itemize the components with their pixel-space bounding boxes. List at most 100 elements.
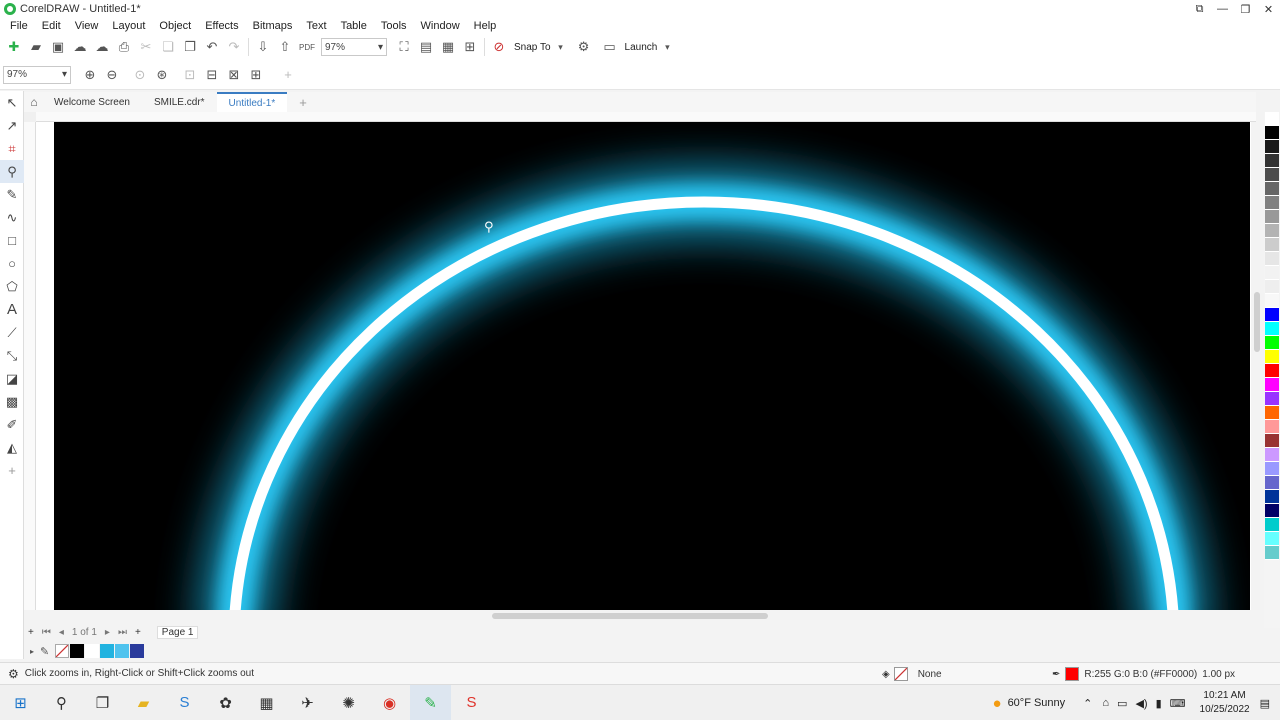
- doc-swatch[interactable]: [100, 644, 115, 658]
- page-tab-1[interactable]: Page 1: [156, 625, 199, 639]
- cloud-upload-icon[interactable]: ☁: [69, 36, 91, 58]
- zoom-to-page-height-icon[interactable]: ⊠: [223, 64, 245, 86]
- pan-zoom-icon[interactable]: ⊞: [245, 64, 267, 86]
- palette-swatch[interactable]: [1265, 322, 1279, 336]
- menu-object[interactable]: Object: [152, 18, 198, 34]
- app-icon[interactable]: ✺: [328, 685, 369, 720]
- pick-tool-icon[interactable]: ↖: [0, 91, 24, 114]
- export-pdf-icon[interactable]: PDF: [296, 36, 318, 58]
- palette-swatch[interactable]: [1265, 518, 1279, 532]
- palette-swatch[interactable]: [1265, 112, 1279, 126]
- show-guidelines-icon[interactable]: ⊞: [459, 36, 481, 58]
- palette-swatch[interactable]: [1265, 378, 1279, 392]
- palette-swatch[interactable]: [1265, 462, 1279, 476]
- ellipse-tool-icon[interactable]: ○: [0, 252, 24, 275]
- artistic-media-tool-icon[interactable]: ∿: [0, 206, 24, 229]
- doc-swatch[interactable]: [115, 644, 130, 658]
- vertical-scrollbar[interactable]: [1251, 122, 1263, 610]
- palette-swatch[interactable]: [1265, 448, 1279, 462]
- eyedropper-icon[interactable]: ✎: [40, 645, 49, 658]
- shape-tool-icon[interactable]: ↗: [0, 114, 24, 137]
- save-icon[interactable]: ▣: [47, 36, 69, 58]
- palette-swatch[interactable]: [1265, 546, 1279, 560]
- meet-now-icon[interactable]: ▭: [1117, 697, 1127, 710]
- task-view-icon[interactable]: ❐: [82, 685, 123, 720]
- last-page-icon[interactable]: ⏭: [114, 627, 131, 638]
- windows-start-icon[interactable]: ⊞: [0, 685, 41, 720]
- menu-text[interactable]: Text: [299, 18, 333, 34]
- palette-swatch[interactable]: [1265, 280, 1279, 294]
- palette-swatch[interactable]: [1265, 350, 1279, 364]
- horizontal-ruler[interactable]: [36, 112, 1256, 122]
- launch-label[interactable]: Launch: [621, 42, 662, 53]
- ruler-origin[interactable]: [24, 112, 36, 122]
- volume-icon[interactable]: ◀): [1135, 697, 1147, 710]
- palette-swatch[interactable]: [1265, 294, 1279, 308]
- tab-smile-cdr[interactable]: SMILE.cdr*: [142, 92, 217, 112]
- add-page-end-icon[interactable]: +: [131, 627, 145, 638]
- close-button[interactable]: ✕: [1257, 0, 1280, 18]
- app-icon[interactable]: ✈: [287, 685, 328, 720]
- palette-swatch[interactable]: [1265, 308, 1279, 322]
- network-icon[interactable]: ⌂: [1102, 697, 1109, 709]
- search-icon[interactable]: ⚲: [41, 685, 82, 720]
- palette-swatch[interactable]: [1265, 434, 1279, 448]
- app-icon[interactable]: ▦: [246, 685, 287, 720]
- add-tool-icon[interactable]: +: [0, 459, 24, 482]
- palette-swatch[interactable]: [1265, 140, 1279, 154]
- menu-effects[interactable]: Effects: [198, 18, 245, 34]
- menu-edit[interactable]: Edit: [35, 18, 68, 34]
- menu-window[interactable]: Window: [414, 18, 467, 34]
- battery-icon[interactable]: ▮: [1156, 697, 1162, 710]
- undo-icon[interactable]: ↶: [201, 36, 223, 58]
- launch-icon[interactable]: ▭: [599, 36, 621, 58]
- new-tab-icon[interactable]: +: [287, 92, 319, 112]
- next-page-icon[interactable]: ▸: [101, 627, 114, 638]
- palette-arrow-icon[interactable]: ▸: [30, 647, 34, 656]
- drop-shadow-tool-icon[interactable]: ◪: [0, 367, 24, 390]
- palette-swatch[interactable]: [1265, 224, 1279, 238]
- show-grid-icon[interactable]: ▦: [437, 36, 459, 58]
- palette-swatch[interactable]: [1265, 406, 1279, 420]
- menu-file[interactable]: File: [3, 18, 35, 34]
- notifications-icon[interactable]: ▤: [1260, 697, 1270, 710]
- horizontal-scrollbar[interactable]: [36, 610, 1251, 622]
- text-tool-icon[interactable]: A: [0, 298, 24, 321]
- redo-icon[interactable]: ↷: [223, 36, 245, 58]
- palette-swatch[interactable]: [1265, 504, 1279, 518]
- palette-swatch[interactable]: [1265, 476, 1279, 490]
- snap-to-label[interactable]: Snap To: [510, 42, 555, 53]
- parallel-dimension-tool-icon[interactable]: ⟋: [0, 321, 24, 344]
- polygon-tool-icon[interactable]: ⬠: [0, 275, 24, 298]
- outline-indicator[interactable]: ✒ R:255 G:0 B:0 (#FF0000) 1.00 px: [1052, 667, 1235, 681]
- paste-icon[interactable]: ❐: [179, 36, 201, 58]
- palette-swatch[interactable]: [1265, 252, 1279, 266]
- first-page-icon[interactable]: ⏮: [38, 627, 55, 638]
- system-clock[interactable]: 10:21 AM 10/25/2022: [1200, 689, 1250, 717]
- add-page-icon[interactable]: +: [24, 627, 38, 638]
- chevron-down-icon[interactable]: ▾: [661, 36, 673, 58]
- drawing-page[interactable]: ⚲: [54, 122, 1250, 610]
- app-icon[interactable]: S: [451, 685, 492, 720]
- crop-tool-icon[interactable]: ⌗: [0, 137, 24, 160]
- print-icon[interactable]: ⎙: [113, 36, 135, 58]
- weather-text[interactable]: 60°F Sunny: [1008, 697, 1066, 709]
- zoom-out-icon[interactable]: ⊖: [101, 64, 123, 86]
- palette-swatch[interactable]: [1265, 210, 1279, 224]
- menu-help[interactable]: Help: [467, 18, 504, 34]
- no-color-swatch[interactable]: [55, 644, 70, 658]
- input-language-icon[interactable]: ⌨: [1170, 697, 1186, 710]
- import-icon[interactable]: ⇩: [252, 36, 274, 58]
- menu-bitmaps[interactable]: Bitmaps: [246, 18, 300, 34]
- menu-view[interactable]: View: [68, 18, 106, 34]
- palette-swatch[interactable]: [1265, 420, 1279, 434]
- palette-swatch[interactable]: [1265, 196, 1279, 210]
- zoom-to-page-icon[interactable]: ⊡: [179, 64, 201, 86]
- palette-swatch[interactable]: [1265, 392, 1279, 406]
- file-explorer-icon[interactable]: ▰: [123, 685, 164, 720]
- previous-page-icon[interactable]: ◂: [55, 627, 68, 638]
- palette-swatch[interactable]: [1265, 126, 1279, 140]
- chrome-icon[interactable]: ◉: [369, 685, 410, 720]
- full-screen-icon[interactable]: ⛶: [393, 36, 415, 58]
- fill-indicator[interactable]: ◈ None: [882, 667, 942, 681]
